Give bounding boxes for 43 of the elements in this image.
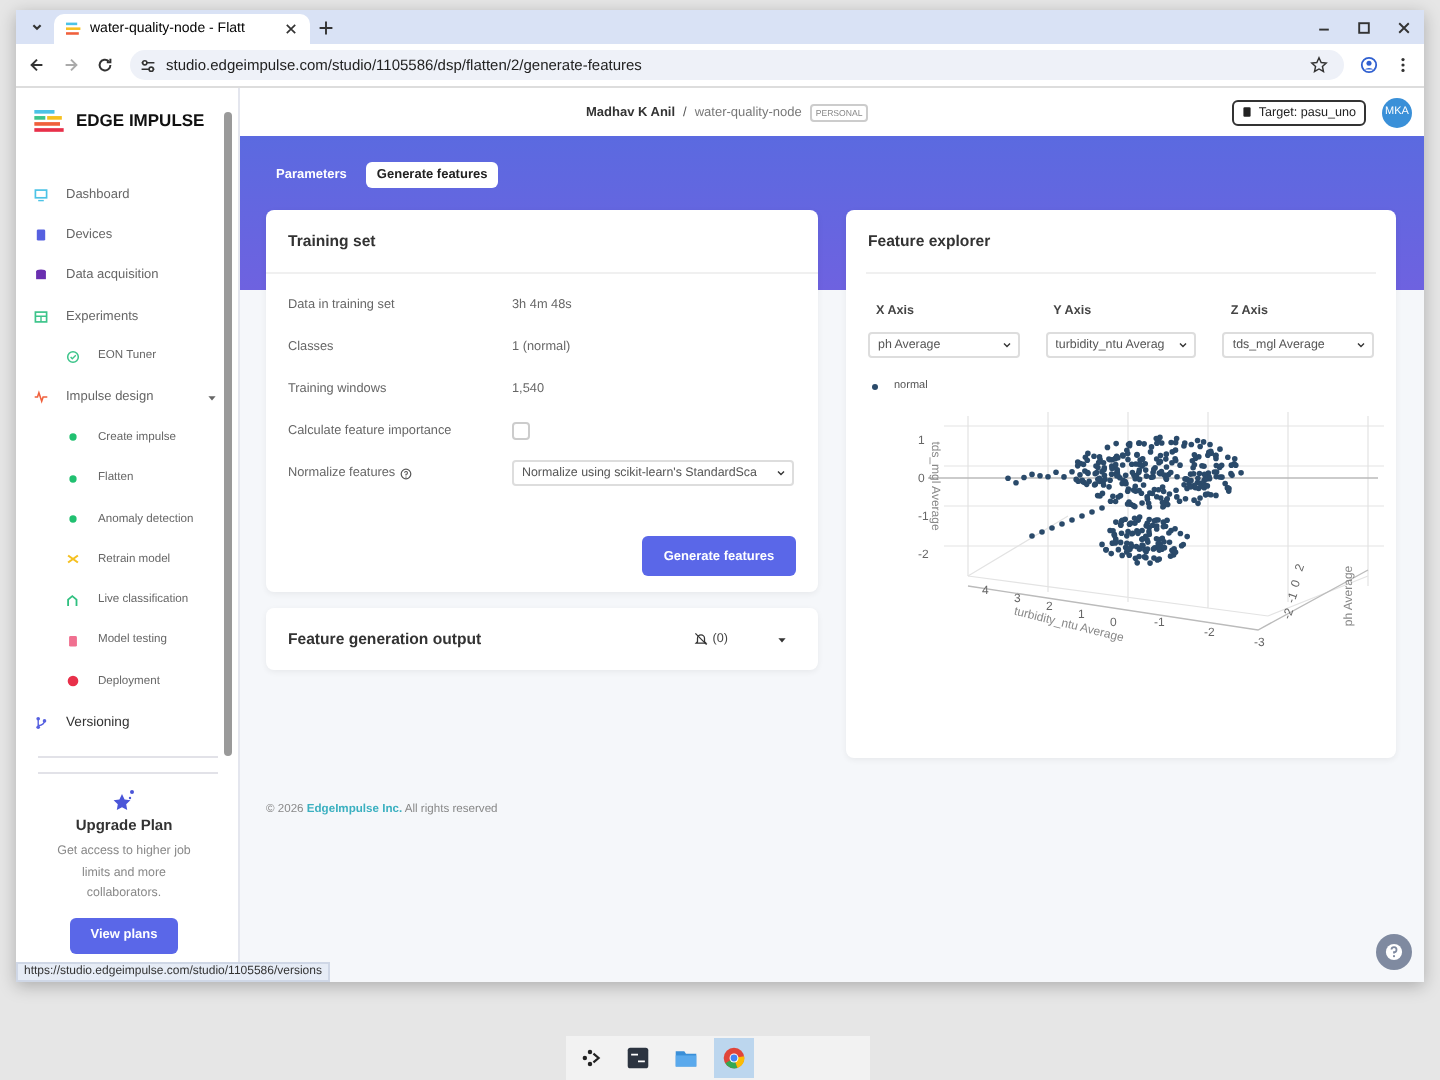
nav-icon xyxy=(66,674,80,689)
caret-icon[interactable] xyxy=(206,391,218,404)
back-icon[interactable] xyxy=(28,56,46,74)
close-icon[interactable] xyxy=(284,22,298,36)
checkbox[interactable] xyxy=(512,422,530,440)
browser-icon xyxy=(722,1046,746,1070)
nav-icon xyxy=(66,512,80,527)
nav-icon xyxy=(34,715,48,729)
chevron-down-icon xyxy=(1178,340,1189,350)
nav-icon xyxy=(66,349,80,364)
maximize-icon[interactable] xyxy=(1356,19,1372,35)
caret-icon[interactable] xyxy=(776,633,788,645)
profile-icon[interactable] xyxy=(1360,56,1378,74)
nav-icon xyxy=(34,187,48,202)
chevron-down-icon xyxy=(776,468,786,478)
nav-icon xyxy=(34,268,48,283)
star-icon[interactable] xyxy=(1310,56,1328,74)
chip-icon xyxy=(1242,106,1253,118)
site-settings-icon[interactable] xyxy=(140,57,156,73)
close-icon[interactable] xyxy=(1396,19,1412,35)
new-tab-icon[interactable] xyxy=(318,19,334,35)
logo-icon xyxy=(34,109,64,131)
scrollbar[interactable] xyxy=(224,112,232,756)
terminal-icon xyxy=(626,1046,650,1070)
nav-icon xyxy=(66,633,80,648)
folder-icon xyxy=(674,1046,698,1070)
help-icon[interactable] xyxy=(399,467,412,479)
brand-name: EDGE IMPULSE xyxy=(76,110,205,130)
nav-icon xyxy=(34,227,48,242)
nav-icon xyxy=(66,471,80,486)
chevron-down-icon xyxy=(1001,340,1012,350)
nav-icon xyxy=(66,593,80,608)
nav-icon xyxy=(66,552,80,567)
reload-icon[interactable] xyxy=(96,56,114,74)
chevron-down-icon xyxy=(1356,340,1367,350)
stars-icon xyxy=(112,788,136,813)
nav-icon xyxy=(34,390,48,405)
favicon-icon xyxy=(66,22,82,36)
bell-off-icon[interactable] xyxy=(694,632,709,646)
help-icon[interactable] xyxy=(1376,934,1412,970)
nav-icon xyxy=(34,309,48,324)
dots-icon xyxy=(578,1046,602,1070)
nav-icon xyxy=(66,430,80,445)
